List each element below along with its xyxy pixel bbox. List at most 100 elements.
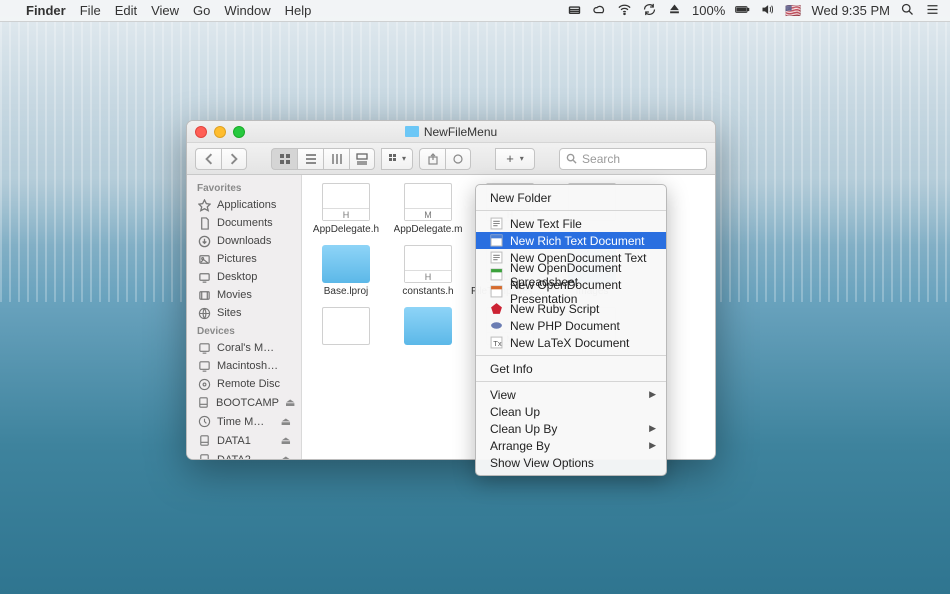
menu-edit[interactable]: Edit bbox=[115, 3, 137, 18]
context-menu-item[interactable]: New Ruby Script bbox=[476, 300, 666, 317]
sidebar-item-device[interactable]: DATA1⏏ bbox=[187, 431, 301, 450]
menu-view[interactable]: View bbox=[151, 3, 179, 18]
menu-item-label: New Rich Text Document bbox=[510, 234, 645, 248]
file-item[interactable] bbox=[310, 307, 382, 348]
context-menu-item[interactable]: New PHP Document bbox=[476, 317, 666, 334]
menu-window[interactable]: Window bbox=[224, 3, 270, 18]
close-button[interactable] bbox=[195, 126, 207, 138]
menu-item-icon bbox=[490, 251, 503, 264]
sidebar-item-device[interactable]: Coral's M… bbox=[187, 339, 301, 357]
context-menu-item[interactable]: New Rich Text Document bbox=[476, 232, 666, 249]
menu-file[interactable]: File bbox=[80, 3, 101, 18]
sidebar-item-documents[interactable]: Documents bbox=[187, 214, 301, 232]
menu-go[interactable]: Go bbox=[193, 3, 210, 18]
menu-item-icon: Tx bbox=[490, 336, 503, 349]
sidebar-item-pictures[interactable]: Pictures bbox=[187, 250, 301, 268]
menu-item-label: Get Info bbox=[490, 362, 533, 376]
context-menu-item[interactable]: New Folder bbox=[476, 189, 666, 206]
sidebar-item-device[interactable]: Remote Disc bbox=[187, 375, 301, 393]
icon-view-button[interactable] bbox=[271, 148, 297, 170]
submenu-arrow-icon: ▶ bbox=[649, 440, 656, 451]
forward-button[interactable] bbox=[221, 148, 247, 170]
file-item[interactable] bbox=[392, 307, 464, 348]
titlebar-folder-icon bbox=[405, 126, 419, 137]
window-title: NewFileMenu bbox=[424, 125, 497, 139]
document-icon: M bbox=[404, 183, 452, 221]
sidebar-item-label: Movies bbox=[217, 289, 252, 301]
back-button[interactable] bbox=[195, 148, 221, 170]
arrange-button[interactable]: ▾ bbox=[381, 148, 413, 170]
file-name: Base.lproj bbox=[324, 286, 368, 297]
eject-icon[interactable]: ⏏ bbox=[281, 434, 291, 447]
context-menu-item[interactable]: New OpenDocument Presentation bbox=[476, 283, 666, 300]
wifi-icon[interactable] bbox=[617, 2, 632, 20]
sidebar-item-label: Macintosh… bbox=[217, 360, 278, 372]
eject-icon[interactable]: ⏏ bbox=[285, 396, 295, 409]
sidebar-item-applications[interactable]: Applications bbox=[187, 196, 301, 214]
eject-icon[interactable]: ⏏ bbox=[281, 415, 291, 428]
column-view-button[interactable] bbox=[323, 148, 349, 170]
clock[interactable]: Wed 9:35 PM bbox=[811, 3, 890, 18]
sidebar-icon bbox=[197, 360, 211, 372]
eject-icon[interactable] bbox=[667, 2, 682, 20]
file-name: constants.h bbox=[402, 286, 453, 297]
zoom-button[interactable] bbox=[233, 126, 245, 138]
document-icon: H bbox=[404, 245, 452, 283]
new-file-dropdown[interactable]: +▾ bbox=[495, 148, 535, 170]
menubar-extra-icon[interactable] bbox=[567, 2, 582, 20]
context-menu-item[interactable]: Clean Up By▶ bbox=[476, 420, 666, 437]
context-menu-item[interactable]: View▶ bbox=[476, 386, 666, 403]
sidebar-icon bbox=[197, 307, 211, 319]
menu-item-icon bbox=[490, 217, 503, 230]
sidebar-item-downloads[interactable]: Downloads bbox=[187, 232, 301, 250]
titlebar[interactable]: NewFileMenu bbox=[187, 121, 715, 143]
spotlight-icon[interactable] bbox=[900, 2, 915, 20]
coverflow-view-button[interactable] bbox=[349, 148, 375, 170]
context-menu-item[interactable]: Arrange By ▶ bbox=[476, 437, 666, 454]
eject-icon[interactable]: ⏏ bbox=[281, 453, 291, 459]
sidebar-item-label: Sites bbox=[217, 307, 241, 319]
menu-item-label: Show View Options bbox=[490, 456, 594, 470]
sidebar-item-label: Applications bbox=[217, 199, 276, 211]
nav-buttons bbox=[195, 148, 247, 170]
sidebar-item-device[interactable]: Time M… ⏏ bbox=[187, 412, 301, 431]
sidebar-item-device[interactable]: Macintosh… bbox=[187, 357, 301, 375]
search-field[interactable]: Search bbox=[559, 148, 707, 170]
context-menu-item[interactable]: Show View Options bbox=[476, 454, 666, 471]
battery-icon[interactable] bbox=[735, 2, 750, 20]
context-menu-item[interactable]: Clean Up bbox=[476, 403, 666, 420]
share-button[interactable] bbox=[419, 148, 445, 170]
context-menu-item[interactable]: TxNew LaTeX Document bbox=[476, 334, 666, 351]
svg-text:Tx: Tx bbox=[493, 339, 502, 348]
context-menu-item[interactable]: Get Info bbox=[476, 360, 666, 377]
file-item[interactable]: MAppDelegate.m bbox=[392, 183, 464, 235]
minimize-button[interactable] bbox=[214, 126, 226, 138]
file-item[interactable]: Hconstants.h bbox=[392, 245, 464, 297]
submenu-arrow-icon: ▶ bbox=[649, 389, 656, 400]
sidebar-item-desktop[interactable]: Desktop bbox=[187, 268, 301, 286]
sidebar-item-label: DATA2 bbox=[217, 454, 251, 460]
file-item[interactable]: HAppDelegate.h bbox=[310, 183, 382, 235]
sidebar-icon bbox=[197, 454, 211, 460]
notification-center-icon[interactable] bbox=[925, 2, 940, 20]
sidebar-icon bbox=[197, 289, 211, 301]
sidebar-item-sites[interactable]: Sites bbox=[187, 304, 301, 322]
cloud-icon[interactable] bbox=[592, 2, 607, 20]
context-menu-item[interactable]: New Text File bbox=[476, 215, 666, 232]
sidebar-item-movies[interactable]: Movies bbox=[187, 286, 301, 304]
sidebar-item-label: Time M… bbox=[217, 416, 264, 428]
sidebar-item-device[interactable]: BOOTCAMP⏏ bbox=[187, 393, 301, 412]
menu-item-label: Arrange By bbox=[490, 439, 550, 453]
input-source-flag[interactable]: 🇺🇸 bbox=[785, 3, 801, 19]
sidebar-icon bbox=[197, 416, 211, 428]
app-menu[interactable]: Finder bbox=[26, 3, 66, 18]
view-mode-buttons bbox=[271, 148, 375, 170]
sidebar-item-label: Documents bbox=[217, 217, 273, 229]
list-view-button[interactable] bbox=[297, 148, 323, 170]
menu-help[interactable]: Help bbox=[285, 3, 312, 18]
sidebar-item-device[interactable]: DATA2 ⏏ bbox=[187, 450, 301, 459]
tags-button[interactable] bbox=[445, 148, 471, 170]
volume-icon[interactable] bbox=[760, 2, 775, 20]
sync-icon[interactable] bbox=[642, 2, 657, 20]
file-item[interactable]: Base.lproj bbox=[310, 245, 382, 297]
